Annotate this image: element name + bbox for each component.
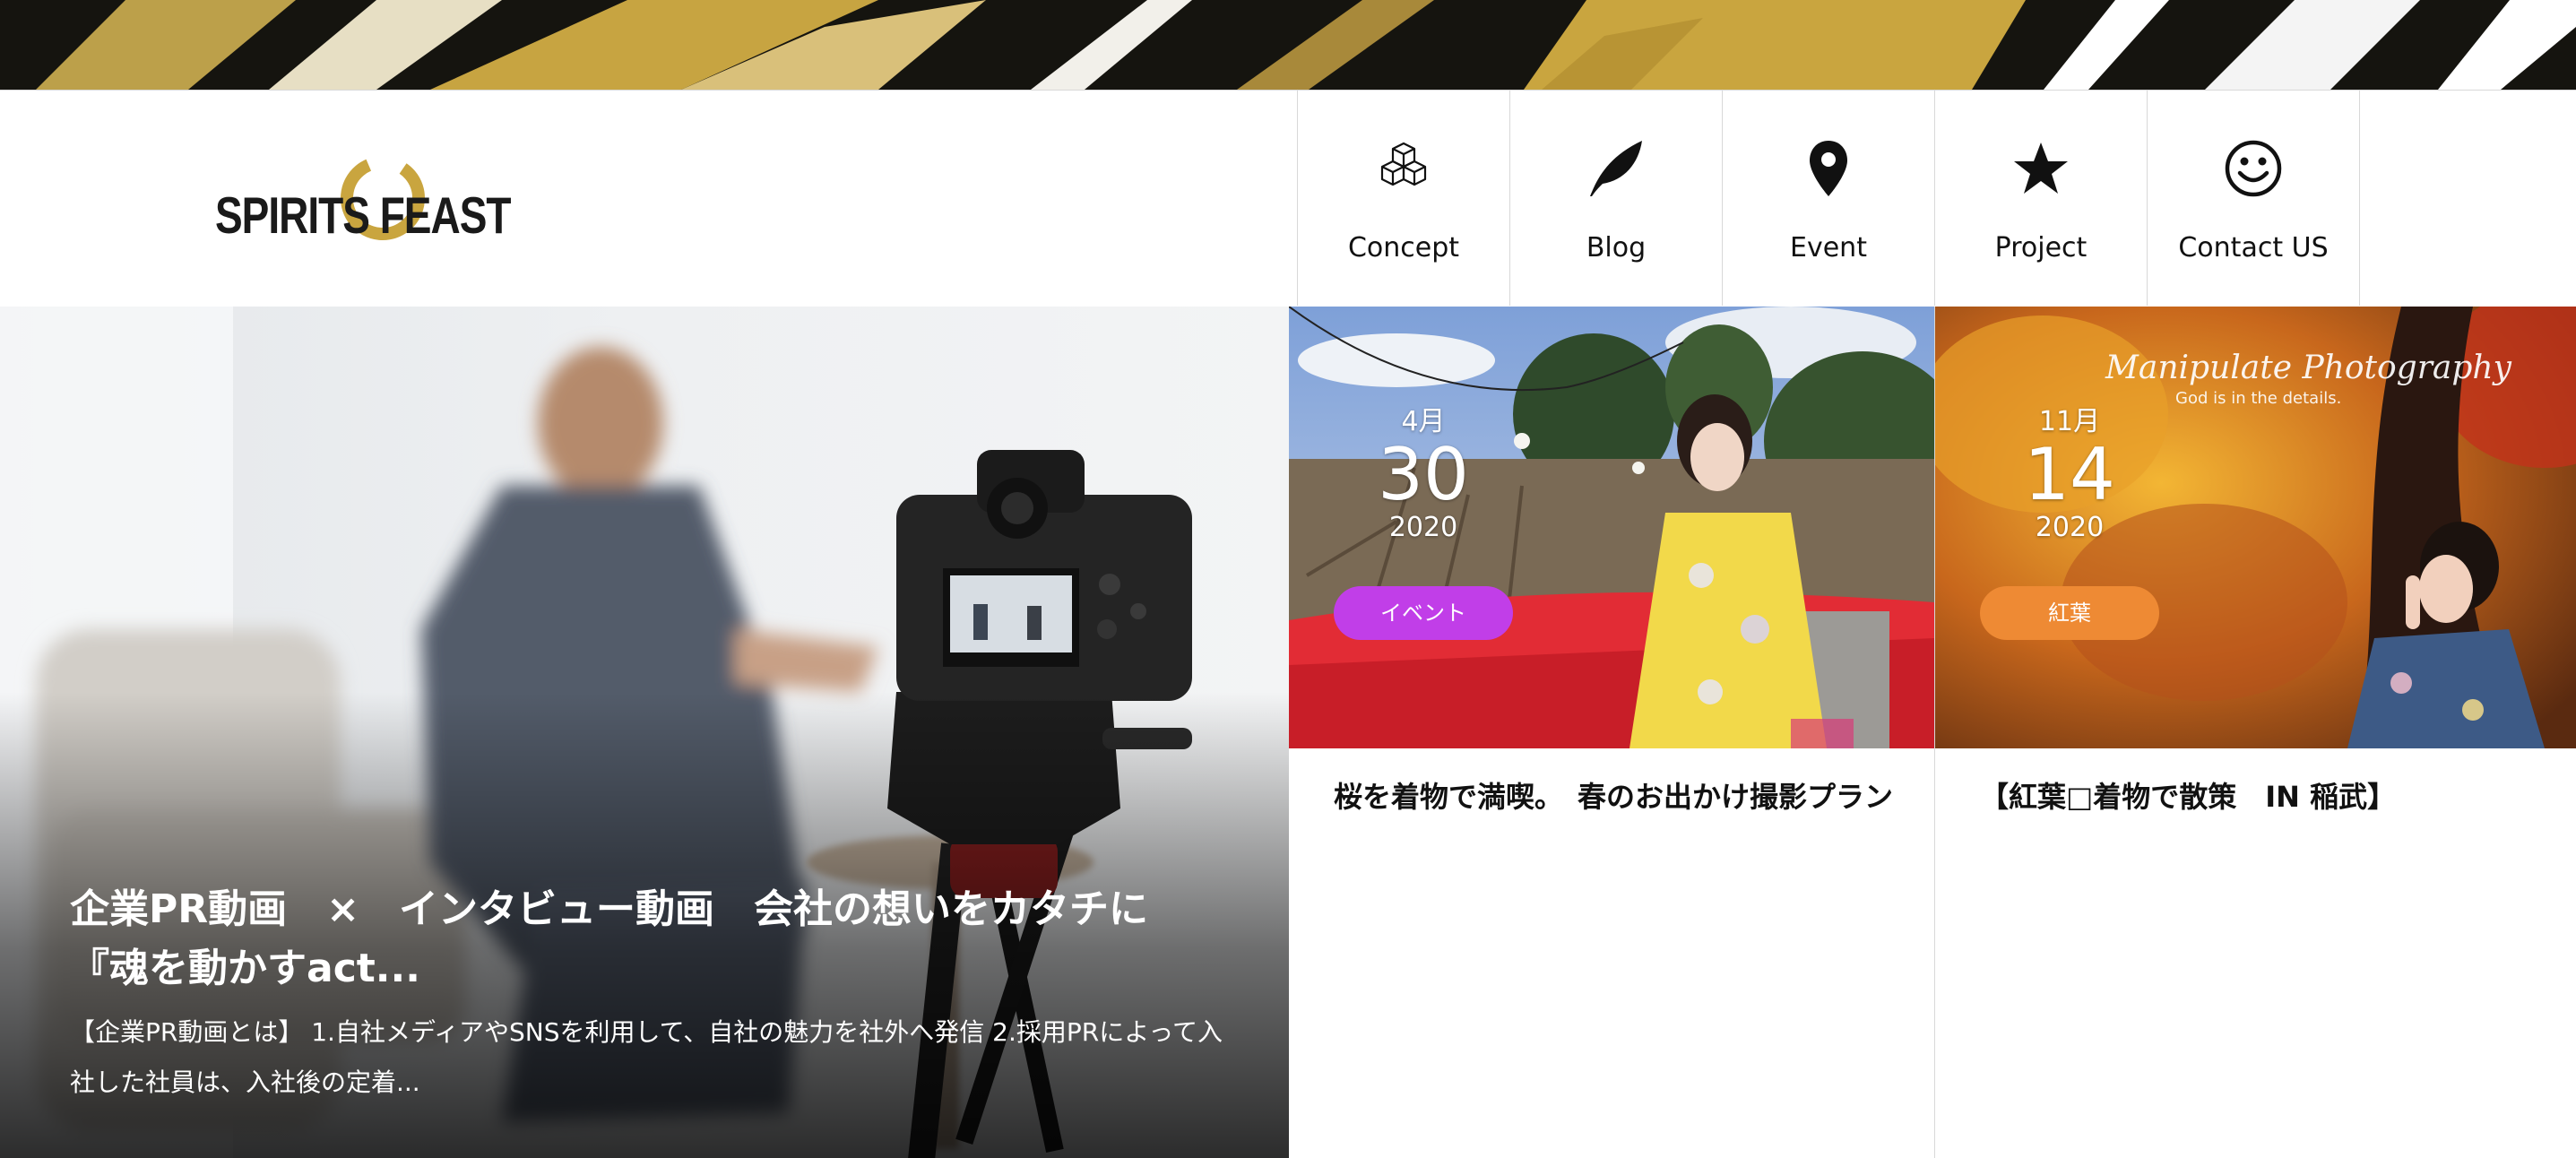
nav-label: Project: [1994, 232, 2088, 264]
event-date-day: 30: [1378, 433, 1469, 516]
event-date-year: 2020: [2035, 512, 2105, 543]
category-badge[interactable]: 紅葉: [1980, 586, 2159, 640]
photo-watermark-title: Manipulate Photography: [2105, 350, 2511, 386]
nav-item-concept[interactable]: Concept: [1298, 91, 1510, 306]
cubes-icon: [1372, 137, 1435, 200]
nav-item-event[interactable]: Event: [1723, 91, 1935, 306]
article-card-title[interactable]: 桜を着物で満喫。 春のお出かけ撮影プラン: [1334, 773, 1898, 821]
article-card-title[interactable]: 【紅葉□着物で散策 IN 稲武】: [1980, 773, 2545, 821]
nav-label: Event: [1790, 232, 1867, 264]
top-banner: [0, 0, 2576, 90]
site-logo[interactable]: SPIRITS FEAST: [215, 153, 511, 244]
event-date-year: 2020: [1388, 512, 1458, 543]
article-card[interactable]: 4月 30 2020 イベント 桜を着物で満喫。 春のお出かけ撮影プラン: [1289, 307, 1934, 1158]
nav-label: Concept: [1347, 232, 1460, 264]
article-card[interactable]: Manipulate Photography God is in the det…: [1934, 307, 2576, 1158]
featured-article[interactable]: 企業PR動画 × インタビュー動画 会社の想いをカタチに 『魂を動かすact..…: [0, 307, 1289, 1158]
nav-label: Contact US: [2178, 232, 2329, 264]
smiley-icon: [2222, 137, 2285, 200]
map-pin-icon: [1797, 137, 1860, 200]
feather-icon: [1585, 137, 1647, 200]
event-date: 4月 30 2020: [1289, 407, 1558, 543]
main-nav: Concept Blog Event Project Contact US: [1297, 91, 2360, 306]
featured-article-title[interactable]: 企業PR動画 × インタビュー動画 会社の想いをカタチに 『魂を動かすact..…: [70, 880, 1266, 998]
nav-item-blog[interactable]: Blog: [1510, 91, 1723, 306]
star-icon: [2010, 137, 2072, 200]
brush-stroke-decoration: [0, 0, 2576, 90]
event-date-day: 14: [2024, 433, 2115, 516]
event-date: 11月 14 2020: [1935, 407, 2204, 543]
nav-item-project[interactable]: Project: [1935, 91, 2148, 306]
nav-item-contact[interactable]: Contact US: [2148, 91, 2360, 306]
article-card-image: Manipulate Photography God is in the det…: [1935, 307, 2576, 748]
article-card-image: 4月 30 2020 イベント: [1289, 307, 1934, 748]
site-header: SPIRITS FEAST Concept Blog Event Project…: [0, 90, 2576, 306]
category-badge[interactable]: イベント: [1334, 586, 1513, 640]
photo-watermark-subtitle: God is in the details.: [2175, 389, 2342, 408]
nav-label: Blog: [1586, 232, 1647, 264]
featured-article-excerpt: 【企業PR動画とは】 1.自社メディアやSNSを利用して、自社の魅力を社外へ発信…: [70, 1017, 1223, 1097]
logo-text: SPIRITS FEAST: [215, 186, 511, 245]
